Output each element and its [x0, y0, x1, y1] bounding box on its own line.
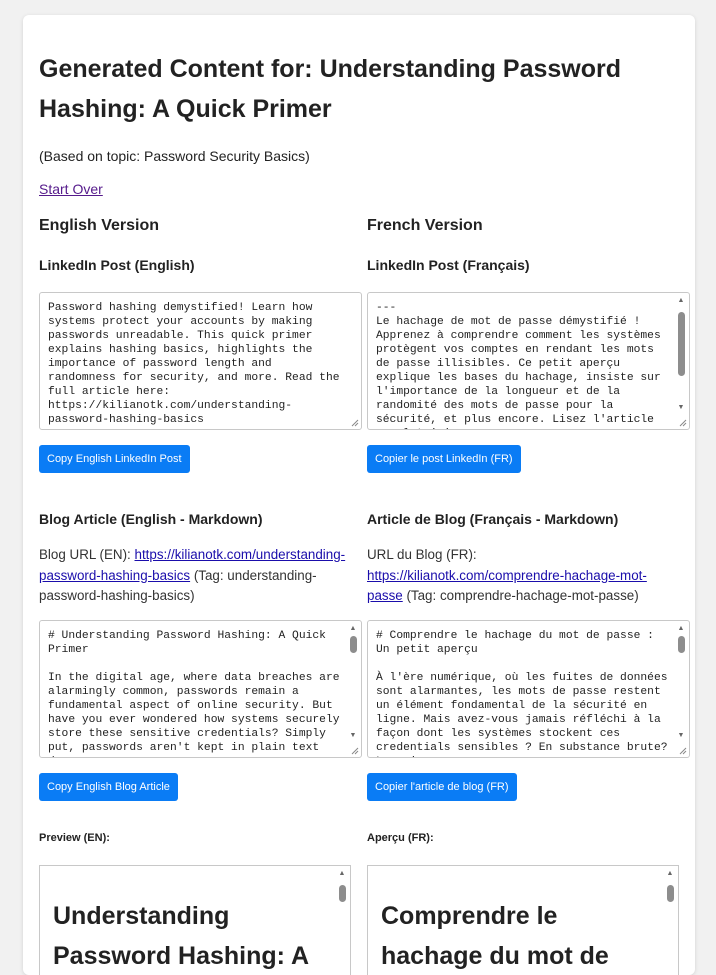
preview-title-en: Understanding Password Hashing: A Quick … [53, 902, 309, 970]
resize-handle-icon[interactable] [349, 745, 359, 755]
scrollbar-thumb[interactable] [667, 885, 674, 902]
linkedin-post-text-fr: --- Le hachage de mot de passe démystifi… [376, 302, 661, 429]
preview-label-en: Preview (EN): [39, 832, 110, 844]
resize-handle-icon[interactable] [677, 417, 687, 427]
scrollbar-thumb[interactable] [339, 885, 346, 902]
scrollbar[interactable]: ▲ ▼ [674, 622, 688, 743]
blog-article-text-fr: # Comprendre le hachage du mot de passe … [376, 630, 668, 757]
copy-french-blog-button[interactable]: Copier l'article de blog (FR) [367, 773, 517, 801]
page-title: Generated Content for: Understanding Pas… [39, 55, 622, 123]
scrollbar[interactable]: ▲ [335, 867, 349, 975]
linkedin-post-textarea-en[interactable]: Password hashing demystified! Learn how … [39, 292, 362, 430]
content-card: Generated Content for: Understanding Pas… [23, 15, 695, 975]
blog-url-label-fr: URL du Blog (FR): [367, 547, 477, 562]
preview-label-fr: Aperçu (FR): [367, 832, 434, 844]
blog-tag-fr: (Tag: comprendre-hachage-mot-passe) [402, 588, 639, 603]
linkedin-post-heading-en: LinkedIn Post (English) [39, 257, 195, 273]
french-version-heading: French Version [367, 217, 483, 234]
scroll-up-arrow-icon[interactable]: ▲ [674, 624, 688, 634]
start-over-link[interactable]: Start Over [39, 181, 103, 197]
blog-url-label-en: Blog URL (EN): [39, 547, 135, 562]
linkedin-post-text-en: Password hashing demystified! Learn how … [48, 302, 347, 426]
scroll-up-arrow-icon[interactable]: ▲ [335, 869, 349, 879]
preview-title-fr: Comprendre le hachage du mot de passe [381, 902, 609, 970]
blog-url-info-fr: URL du Blog (FR): https://kilianotk.com/… [367, 545, 677, 607]
blog-article-textarea-fr[interactable]: # Comprendre le hachage du mot de passe … [367, 620, 690, 758]
scrollbar-thumb[interactable] [350, 636, 357, 653]
blog-article-textarea-en[interactable]: # Understanding Password Hashing: A Quic… [39, 620, 362, 758]
preview-pane-fr[interactable]: Comprendre le hachage du mot de passe ▲ [367, 865, 679, 975]
resize-handle-icon[interactable] [349, 417, 359, 427]
scroll-down-arrow-icon[interactable]: ▼ [674, 731, 688, 741]
scroll-down-arrow-icon[interactable]: ▼ [674, 403, 688, 413]
blog-article-heading-en: Blog Article (English - Markdown) [39, 511, 263, 527]
blog-article-heading-fr: Article de Blog (Français - Markdown) [367, 511, 619, 527]
scroll-up-arrow-icon[interactable]: ▲ [346, 624, 360, 634]
english-version-heading: English Version [39, 217, 160, 234]
scroll-up-arrow-icon[interactable]: ▲ [674, 296, 688, 306]
scrollbar[interactable]: ▲ [663, 867, 677, 975]
resize-handle-icon[interactable] [677, 745, 687, 755]
linkedin-post-heading-fr: LinkedIn Post (Français) [367, 257, 530, 273]
scrollbar-thumb[interactable] [678, 636, 685, 653]
copy-english-linkedin-button[interactable]: Copy English LinkedIn Post [39, 445, 190, 473]
scrollbar-thumb[interactable] [678, 312, 685, 376]
copy-english-blog-button[interactable]: Copy English Blog Article [39, 773, 178, 801]
copy-french-linkedin-button[interactable]: Copier le post LinkedIn (FR) [367, 445, 521, 473]
linkedin-post-textarea-fr[interactable]: --- Le hachage de mot de passe démystifi… [367, 292, 690, 430]
scroll-up-arrow-icon[interactable]: ▲ [663, 869, 677, 879]
preview-pane-en[interactable]: Understanding Password Hashing: A Quick … [39, 865, 351, 975]
scrollbar[interactable]: ▲ ▼ [346, 622, 360, 743]
scroll-down-arrow-icon[interactable]: ▼ [346, 731, 360, 741]
blog-article-text-en: # Understanding Password Hashing: A Quic… [48, 630, 340, 757]
topic-subtitle: (Based on topic: Password Security Basic… [39, 148, 310, 164]
scrollbar[interactable]: ▲ ▼ [674, 294, 688, 415]
blog-url-info-en: Blog URL (EN): https://kilianotk.com/und… [39, 545, 349, 607]
